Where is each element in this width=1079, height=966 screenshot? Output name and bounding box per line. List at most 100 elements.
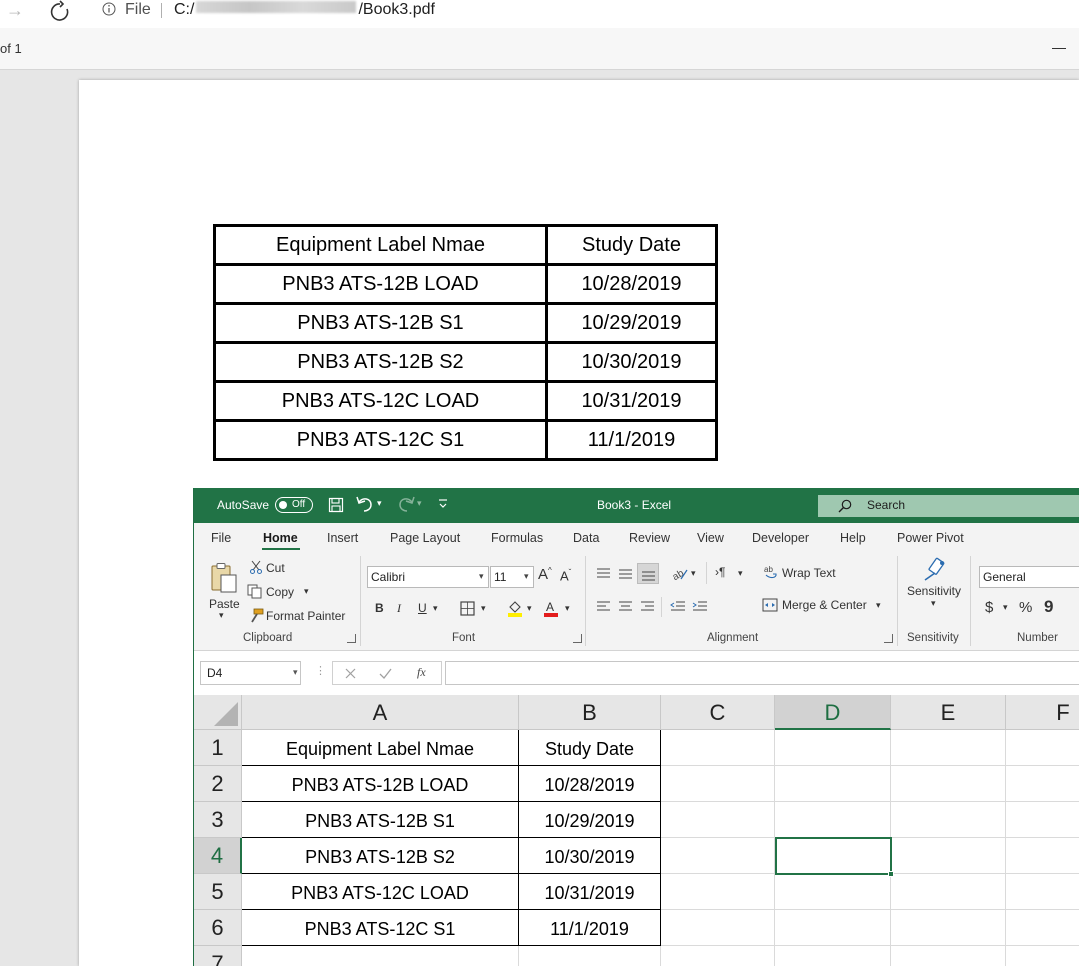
address-bar[interactable]: File C:/ /Book3.pdf [90, 0, 1079, 24]
cell-c6[interactable] [661, 910, 775, 946]
row-header-3[interactable]: 3 [194, 802, 242, 838]
font-color-icon[interactable]: A [543, 599, 559, 617]
sensitivity-icon[interactable] [922, 557, 950, 583]
align-left-icon[interactable] [596, 600, 611, 613]
cell-e4[interactable] [891, 838, 1006, 874]
formula-bar-grip[interactable]: ⋮ [315, 664, 326, 677]
cell-a1[interactable]: Equipment Label Nmae [242, 730, 519, 766]
increase-font-size-icon[interactable]: A^ [538, 566, 552, 583]
orientation-dropdown-icon[interactable]: ▾ [691, 568, 696, 579]
cell-f5[interactable] [1006, 874, 1079, 910]
tab-developer[interactable]: Developer [752, 531, 809, 545]
increase-indent-icon[interactable] [692, 600, 708, 613]
tab-view[interactable]: View [697, 531, 724, 545]
percent-button[interactable]: % [1019, 599, 1032, 616]
cell-a6[interactable]: PNB3 ATS-12C S1 [242, 910, 519, 946]
wrap-text-button[interactable]: Wrap Text [782, 566, 836, 580]
cell-c4[interactable] [661, 838, 775, 874]
format-painter-button[interactable]: Format Painter [266, 609, 345, 623]
row-header-7[interactable]: 7 [194, 946, 242, 966]
cell-e6[interactable] [891, 910, 1006, 946]
cell-e1[interactable] [891, 730, 1006, 766]
align-middle-icon[interactable] [618, 567, 633, 580]
decrease-font-size-icon[interactable]: Aˇ [560, 568, 571, 583]
cell-b3[interactable]: 10/29/2019 [519, 802, 661, 838]
cell-c3[interactable] [661, 802, 775, 838]
cell-b7[interactable] [519, 946, 661, 966]
cell-f2[interactable] [1006, 766, 1079, 802]
fill-color-icon[interactable] [507, 599, 523, 617]
tab-power-pivot[interactable]: Power Pivot [897, 531, 964, 545]
copy-button[interactable]: Copy [266, 585, 294, 599]
sensitivity-dropdown-icon[interactable]: ▾ [931, 598, 936, 609]
column-header-c[interactable]: C [661, 695, 775, 730]
cell-a7[interactable] [242, 946, 519, 966]
cell-f4[interactable] [1006, 838, 1079, 874]
redo-icon[interactable] [396, 495, 416, 513]
cell-c2[interactable] [661, 766, 775, 802]
clipboard-launcher-icon[interactable] [347, 634, 356, 643]
wrap-text-icon[interactable]: ab [764, 565, 779, 580]
cell-f7[interactable] [1006, 946, 1079, 966]
bold-button[interactable]: B [375, 601, 384, 615]
cell-e3[interactable] [891, 802, 1006, 838]
borders-dropdown-icon[interactable]: ▾ [481, 603, 486, 614]
tab-help[interactable]: Help [840, 531, 866, 545]
cell-f1[interactable] [1006, 730, 1079, 766]
autosave-toggle[interactable]: Off [275, 497, 313, 513]
column-header-a[interactable]: A [242, 695, 519, 730]
active-cell-outline[interactable] [775, 837, 892, 875]
reload-icon[interactable] [48, 0, 72, 24]
orientation-icon[interactable]: ab [672, 566, 688, 581]
fill-color-dropdown-icon[interactable]: ▾ [527, 603, 532, 614]
format-painter-icon[interactable] [248, 608, 264, 624]
text-direction-dropdown-icon[interactable]: ▾ [738, 568, 743, 579]
info-icon[interactable] [102, 2, 116, 16]
paste-icon[interactable] [209, 562, 239, 594]
align-bottom-button[interactable] [637, 563, 659, 584]
search-box[interactable]: Search [818, 495, 1079, 517]
cell-f6[interactable] [1006, 910, 1079, 946]
merge-center-dropdown-icon[interactable]: ▾ [876, 600, 881, 611]
cell-e7[interactable] [891, 946, 1006, 966]
row-header-5[interactable]: 5 [194, 874, 242, 910]
cell-a4[interactable]: PNB3 ATS-12B S2 [242, 838, 519, 874]
cell-d3[interactable] [775, 802, 891, 838]
cut-button[interactable]: Cut [266, 561, 285, 575]
undo-icon[interactable] [355, 495, 375, 513]
cell-c5[interactable] [661, 874, 775, 910]
cell-c7[interactable] [661, 946, 775, 966]
text-direction-icon[interactable]: ›¶ [715, 565, 725, 579]
cut-icon[interactable] [249, 560, 263, 574]
row-header-6[interactable]: 6 [194, 910, 242, 946]
cell-a3[interactable]: PNB3 ATS-12B S1 [242, 802, 519, 838]
select-all-button[interactable] [194, 695, 242, 730]
decrease-indent-icon[interactable] [670, 600, 686, 613]
tab-data[interactable]: Data [573, 531, 599, 545]
cell-e5[interactable] [891, 874, 1006, 910]
paste-dropdown-icon[interactable]: ▾ [219, 610, 224, 621]
cell-b4[interactable]: 10/30/2019 [519, 838, 661, 874]
row-header-4[interactable]: 4 [194, 838, 242, 874]
italic-button[interactable]: I [397, 601, 401, 616]
currency-button[interactable]: $ [985, 599, 993, 616]
cell-d5[interactable] [775, 874, 891, 910]
cell-a5[interactable]: PNB3 ATS-12C LOAD [242, 874, 519, 910]
font-launcher-icon[interactable] [573, 634, 582, 643]
sensitivity-button[interactable]: Sensitivity [907, 584, 961, 598]
merge-center-icon[interactable] [762, 598, 778, 612]
fill-handle[interactable] [888, 871, 894, 877]
cell-e2[interactable] [891, 766, 1006, 802]
cell-d7[interactable] [775, 946, 891, 966]
alignment-launcher-icon[interactable] [884, 634, 893, 643]
font-color-dropdown-icon[interactable]: ▾ [565, 603, 570, 614]
forward-arrow-icon[interactable]: → [6, 1, 28, 23]
customize-qat-icon[interactable] [438, 498, 448, 510]
cell-b6[interactable]: 11/1/2019 [519, 910, 661, 946]
align-top-icon[interactable] [596, 567, 611, 580]
cell-b1[interactable]: Study Date [519, 730, 661, 766]
undo-dropdown-icon[interactable]: ▾ [377, 498, 382, 509]
column-header-f[interactable]: F [1006, 695, 1079, 730]
name-box[interactable]: D4 ▾ [200, 661, 301, 685]
tab-file[interactable]: File [211, 531, 231, 545]
